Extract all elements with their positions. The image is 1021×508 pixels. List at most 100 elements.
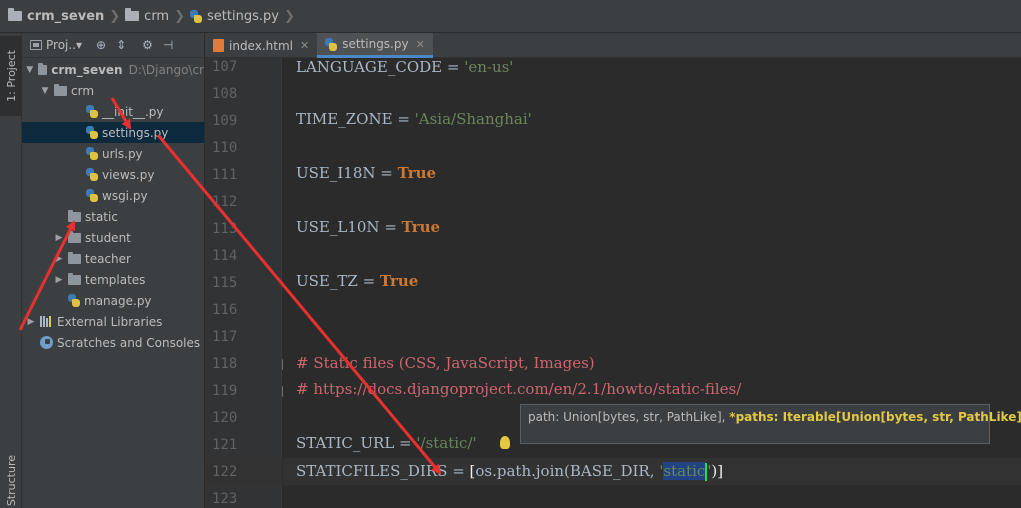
parameter-info-tooltip: path: Union[bytes, str, PathLike], *path…: [520, 404, 1021, 444]
close-icon[interactable]: ✕: [300, 39, 309, 52]
breadcrumb-file[interactable]: settings.py: [190, 0, 279, 33]
breadcrumb: crm_seven ❯ crm ❯ settings.py ❯: [0, 0, 1021, 33]
breadcrumb-separator-icon: ❯: [174, 8, 186, 24]
structure-tool-button[interactable]: Structure: [0, 453, 22, 508]
expand-arrow-icon[interactable]: ▼: [26, 65, 34, 75]
line-number: 120: [212, 410, 238, 426]
structure-tool-label: Structure: [4, 454, 18, 507]
tree-item-label: crm_seven: [51, 62, 123, 77]
line-number: 111: [212, 167, 238, 183]
project-panel-header: Proj..▾ ⊕ ⇕ ⚙ ⊣: [22, 33, 204, 58]
close-icon[interactable]: ✕: [416, 38, 425, 51]
folder-icon: [54, 83, 67, 96]
breadcrumb-folder-label: crm: [144, 8, 170, 24]
tree-item-label: urls.py: [102, 146, 143, 161]
collapse-arrow-icon[interactable]: ▶: [54, 233, 64, 243]
folder-icon: [68, 251, 81, 264]
library-icon: [40, 316, 53, 327]
folder-icon: [37, 62, 48, 75]
code-line-115: USE_TZ = True: [296, 272, 419, 290]
breadcrumb-project-label: crm_seven: [27, 8, 105, 24]
tree-item-label: views.py: [102, 167, 155, 182]
tree-item[interactable]: Scratches and Consoles: [22, 332, 204, 353]
tree-item[interactable]: ▶ student: [22, 227, 204, 248]
tree-item[interactable]: ▼ crm: [22, 80, 204, 101]
line-number: 107: [212, 59, 238, 75]
scratches-icon: [40, 336, 53, 349]
line-number: 121: [212, 437, 238, 453]
code-line-111: USE_I18N = True: [296, 164, 437, 182]
selected-text: static: [663, 462, 706, 480]
tree-item[interactable]: static: [22, 206, 204, 227]
project-tool-label: 1: Project: [4, 50, 18, 102]
tree-item-label: crm: [71, 83, 95, 98]
line-number-gutter[interactable]: 107 108 109 110 111 112 113 114 115 116 117 118 119 1…: [205, 58, 291, 508]
code-line-119: # https://docs.djangoproject.com/en/2.1/…: [296, 380, 742, 398]
code-line-121: STATIC_URL = '/static/': [296, 434, 477, 452]
gear-icon[interactable]: ⚙: [142, 38, 153, 52]
tree-item-path: D:\Django\cr: [128, 62, 204, 77]
lightbulb-icon[interactable]: [500, 436, 510, 449]
left-tool-stripe: 1: Project Structure: [0, 33, 22, 508]
line-number: 123: [212, 491, 238, 507]
tree-item[interactable]: ▼ crm_seven D:\Django\cr: [22, 59, 204, 80]
expand-arrow-icon[interactable]: ▼: [40, 86, 50, 96]
python-file-icon: [86, 147, 98, 160]
project-tool-button[interactable]: 1: Project: [0, 36, 22, 116]
code-line-122: STATICFILES_DIRS = [os.path.join(BASE_DI…: [296, 462, 724, 481]
tree-item[interactable]: ▶ External Libraries: [22, 311, 204, 332]
tooltip-param-paths: *paths: Iterable[Union[bytes, str, PathL…: [729, 410, 1021, 424]
python-file-icon: [86, 105, 98, 118]
line-number: 119: [212, 383, 238, 399]
tree-item-label: teacher: [85, 251, 131, 266]
tree-item-label: templates: [85, 272, 146, 287]
python-file-icon: [86, 168, 98, 181]
line-number: 114: [212, 248, 238, 264]
tree-item[interactable]: wsgi.py: [22, 185, 204, 206]
line-number: 110: [212, 140, 238, 156]
locate-file-icon[interactable]: ⊕: [96, 38, 106, 52]
tree-item[interactable]: views.py: [22, 164, 204, 185]
collapse-all-icon[interactable]: ⇕: [116, 38, 126, 52]
line-number: 116: [212, 302, 238, 318]
breadcrumb-separator-icon: ❯: [109, 8, 121, 24]
tree-item-label: student: [85, 230, 131, 245]
code-line-113: USE_L10N = True: [296, 218, 441, 236]
tree-item-label: static: [85, 209, 118, 224]
collapse-arrow-icon[interactable]: ▶: [54, 275, 64, 285]
tree-item-label: manage.py: [84, 293, 152, 308]
collapse-arrow-icon[interactable]: ▶: [54, 254, 64, 264]
tree-item-label: wsgi.py: [102, 188, 148, 203]
tree-item-label: __init__.py: [102, 104, 164, 119]
breadcrumb-file-label: settings.py: [207, 8, 279, 24]
line-number: 113: [212, 221, 238, 237]
tree-item[interactable]: __init__.py: [22, 101, 204, 122]
collapse-arrow-icon[interactable]: ▶: [26, 317, 36, 327]
python-file-icon: [86, 189, 98, 202]
line-number: 118: [212, 356, 238, 372]
tree-item-label: Scratches and Consoles: [57, 335, 201, 350]
project-panel: Proj..▾ ⊕ ⇕ ⚙ ⊣ ▼ crm_seven D:\Django\cr ▼ c…: [22, 33, 205, 508]
python-file-icon: [86, 126, 98, 139]
breadcrumb-folder[interactable]: crm: [125, 0, 169, 33]
line-number: 108: [212, 86, 238, 102]
tree-item[interactable]: ▶ templates: [22, 269, 204, 290]
tree-item[interactable]: ▶ teacher: [22, 248, 204, 269]
hide-panel-icon[interactable]: ⊣: [163, 38, 173, 52]
breadcrumb-project[interactable]: crm_seven: [8, 0, 104, 33]
folder-icon: [125, 8, 140, 21]
html-file-icon: [213, 39, 224, 52]
folder-icon: [68, 230, 81, 243]
line-number: 109: [212, 113, 238, 129]
line-number: 122: [212, 464, 238, 480]
tree-item[interactable]: manage.py: [22, 290, 204, 311]
tree-item[interactable]: urls.py: [22, 143, 204, 164]
tree-item[interactable]: settings.py: [22, 122, 204, 143]
folder-icon: [8, 8, 22, 21]
tooltip-param-path: path: Union[bytes, str, PathLike],: [528, 410, 730, 424]
project-view-dropdown[interactable]: Proj..▾: [46, 38, 82, 52]
tab-label: settings.py: [342, 37, 409, 51]
line-number: 115: [212, 275, 238, 291]
python-file-icon: [190, 9, 203, 23]
code-line-118: # Static files (CSS, JavaScript, Images): [296, 354, 595, 372]
